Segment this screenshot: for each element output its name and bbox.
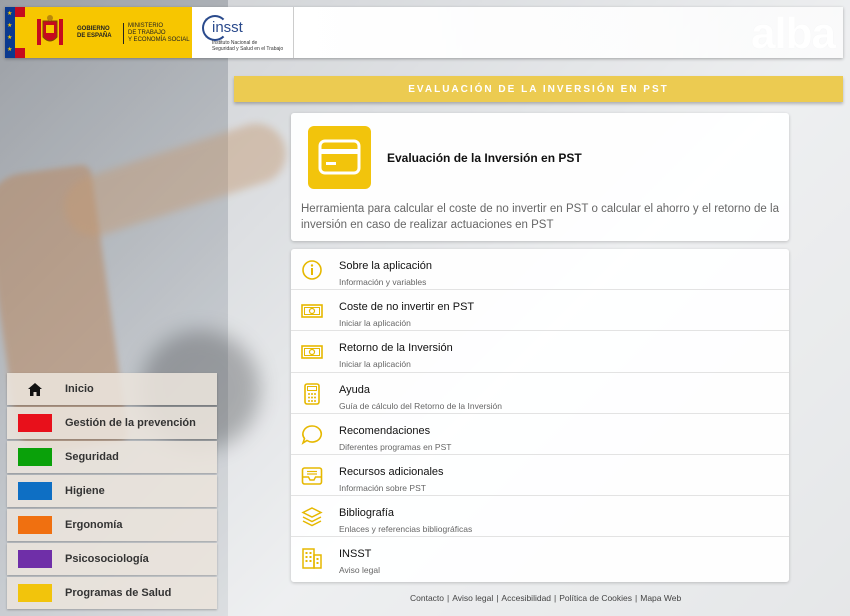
gobierno-logo[interactable]: ★ ★ ★ ★ GOBIERNO DE ESPAÑA MINISTERIO DE TR… [5,7,192,58]
menu-item-title: Ayuda [339,383,370,396]
menu-item-subtitle: Enlaces y referencias bibliográficas [339,524,473,535]
nav-item-inicio[interactable]: Inicio [7,373,217,405]
insst-subtitle-line: Seguridad y Salud en el Trabajo [212,46,284,52]
main-menu: Sobre la aplicación Información y variab… [291,249,789,582]
spain-eu-flag-icon: ★ ★ ★ ★ [5,7,25,58]
menu-item-title: INSST [339,548,372,561]
nav-item-programas-salud[interactable]: Programas de Salud [7,577,217,609]
coat-of-arms-icon [37,14,63,45]
nav-item-label: Inicio [65,383,94,395]
nav-item-gestion[interactable]: Gestión de la prevención [7,407,217,439]
insst-name: insst [212,19,243,36]
insst-logo[interactable]: insst Instituto Nacional de Seguridad y … [192,7,294,58]
menu-item-title: Coste de no invertir en PST [339,301,475,314]
credit-card-icon [308,126,371,189]
layers-icon [301,507,323,527]
header-banner: alba [294,7,843,58]
intro-title: Evaluación de la Inversión en PST [387,151,582,165]
calculator-icon [304,382,320,405]
menu-item-subtitle: Iniciar la aplicación [339,318,411,329]
menu-item-recursos[interactable]: Recursos adicionales Información sobre P… [291,455,789,497]
ministry-line: DE TRABAJO [128,30,166,36]
gov-name: GOBIERNO [77,25,110,32]
menu-item-title: Bibliografía [339,507,395,520]
color-swatch [18,516,52,534]
money-icon [301,304,323,318]
insst-subtitle: Instituto Nacional de Seguridad y Salud … [212,40,292,52]
page-title: EVALUACIÓN DE LA INVERSIÓN EN PST [408,83,669,95]
footer-separator: | [496,593,499,603]
ministry-text: MINISTERIO DE TRABAJO Y ECONOMÍA SOCIAL [123,23,190,44]
building-icon [302,548,322,570]
footer-link-cookies[interactable]: Política de Cookies [559,593,632,603]
color-swatch [18,448,52,466]
page-title-bar: EVALUACIÓN DE LA INVERSIÓN EN PST [234,76,843,102]
nav-item-label: Higiene [65,485,105,497]
nav-item-label: Programas de Salud [65,587,172,599]
nav-item-ergonomia[interactable]: Ergonomía [7,509,217,541]
menu-item-subtitle: Aviso legal [339,565,380,576]
color-swatch [18,550,52,568]
footer-separator: | [554,593,557,603]
menu-item-subtitle: Información sobre PST [339,482,426,493]
footer-link-mapa-web[interactable]: Mapa Web [640,593,681,603]
intro-card: Evaluación de la Inversión en PST Herram… [291,113,789,241]
menu-item-title: Sobre la aplicación [339,260,432,272]
color-swatch [18,482,52,500]
nav-item-label: Gestión de la prevención [65,417,196,429]
footer-link-accesibilidad[interactable]: Accesibilidad [501,593,551,603]
footer-separator: | [447,593,450,603]
color-swatch [18,414,52,432]
site-header: ★ ★ ★ ★ GOBIERNO DE ESPAÑA MINISTERIO DE TR… [5,7,843,58]
gov-name: DE ESPAÑA [77,32,112,39]
side-navigation: Inicio Gestión de la prevención Segurida… [7,373,217,611]
menu-item-title: Recursos adicionales [339,465,444,478]
nav-item-seguridad[interactable]: Seguridad [7,441,217,473]
inbox-icon [301,467,323,485]
menu-item-title: Retorno de la Inversión [339,342,453,355]
nav-item-higiene[interactable]: Higiene [7,475,217,507]
nav-item-label: Seguridad [65,451,119,463]
alba-logo[interactable]: alba [751,9,836,59]
footer-link-aviso-legal[interactable]: Aviso legal [452,593,493,603]
menu-item-bibliografia[interactable]: Bibliografía Enlaces y referencias bibli… [291,496,789,538]
menu-item-recomendaciones[interactable]: Recomendaciones Diferentes programas en … [291,414,789,455]
chat-icon [301,424,323,445]
menu-item-coste[interactable]: Coste de no invertir en PST Iniciar la a… [291,290,789,332]
info-icon [302,260,322,280]
home-icon [18,382,52,396]
ministry-line: MINISTERIO [128,23,164,29]
footer-link-contacto[interactable]: Contacto [410,593,444,603]
menu-item-subtitle: Iniciar la aplicación [339,359,411,370]
nav-item-label: Psicosociología [65,553,149,565]
intro-description: Herramienta para calcular el coste de no… [301,203,779,231]
menu-item-subtitle: Información y variables [339,277,427,287]
background-photo-shape [56,115,294,245]
menu-item-retorno[interactable]: Retorno de la Inversión Iniciar la aplic… [291,331,789,373]
menu-item-title: Recomendaciones [339,424,431,437]
gobierno-text: GOBIERNO DE ESPAÑA [77,26,112,40]
nav-item-label: Ergonomía [65,519,123,531]
color-swatch [18,584,52,602]
footer-separator: | [635,593,638,603]
menu-item-insst[interactable]: INSST Aviso legal [291,537,789,578]
menu-item-subtitle: Diferentes programas en PST [339,441,452,452]
nav-item-psicosociologia[interactable]: Psicosociología [7,543,217,575]
menu-item-subtitle: Guía de cálculo del Retorno de la Invers… [339,400,503,411]
money-icon [301,345,323,360]
menu-item-ayuda[interactable]: Ayuda Guía de cálculo del Retorno de la … [291,373,789,414]
footer-links: Contacto | Aviso legal | Accesibilidad | Polít… [410,593,681,603]
menu-item-sobre[interactable]: Sobre la aplicación Información y variab… [291,249,789,291]
ministry-line: Y ECONOMÍA SOCIAL [128,37,190,43]
